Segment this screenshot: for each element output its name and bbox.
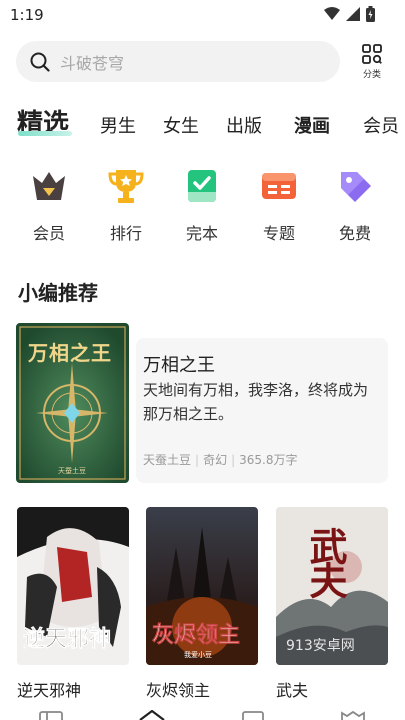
quick-link-topics[interactable]: 专题 [254, 166, 304, 244]
discover-icon[interactable] [242, 710, 264, 720]
featured-cover-title: 万相之王 [28, 341, 112, 365]
tab-female[interactable]: 女生 [163, 112, 199, 138]
tag-icon [341, 172, 371, 202]
book-cover[interactable]: 灰烬领主 我爱小豆 [146, 507, 258, 665]
wifi-icon [324, 7, 340, 20]
tab-vip[interactable]: 会员 [363, 112, 399, 138]
status-bar: 1:19 [0, 0, 405, 30]
featured-book-author: 天蚕土豆 [143, 453, 192, 467]
tab-publish[interactable]: 出版 [226, 112, 262, 138]
featured-book-words: 365.8万字 [239, 453, 298, 467]
quick-link-label: 排行 [109, 224, 142, 243]
book-item[interactable]: 武夫 913安卓网 武夫 [276, 507, 388, 701]
book-cover[interactable]: 武夫 913安卓网 [276, 507, 388, 665]
book-cover-text: 武夫 [303, 527, 347, 595]
search-input[interactable]: 斗破苍穹 [60, 50, 124, 74]
featured-book-meta: 天蚕土豆 | 奇幻 | 365.8万字 [143, 453, 298, 467]
crown-icon [33, 172, 65, 200]
quick-link-label: 专题 [262, 224, 295, 243]
quick-link-label: 会员 [32, 224, 65, 243]
watermark: 913安卓网 [286, 638, 355, 654]
book-cover-text: 逆天邪神 [23, 627, 112, 653]
search-icon [30, 52, 50, 72]
featured-book-cover[interactable]: 万相之王 天蚕土豆 [16, 323, 129, 483]
profile-icon[interactable] [340, 710, 366, 720]
battery-icon [366, 6, 375, 22]
book-title: 灰烬领主 [146, 681, 211, 700]
quick-link-complete[interactable]: 完本 [177, 166, 227, 244]
quick-link-ranking[interactable]: 排行 [101, 166, 151, 244]
category-button[interactable]: 分类 [355, 44, 389, 84]
quick-link-label: 完本 [185, 224, 218, 243]
featured-book-title: 万相之王 [143, 355, 215, 376]
tab-comics[interactable]: 漫画 [294, 112, 330, 138]
book-cover-text: 灰烬领主 [152, 623, 241, 649]
grid-icon [362, 44, 382, 64]
trophy-icon [108, 170, 144, 203]
featured-book-description: 天地间有万相，我李洛，终将成为那万相之王。 [143, 381, 369, 423]
featured-book-genre: 奇幻 [203, 453, 228, 467]
bookshelf-icon[interactable] [39, 710, 63, 720]
book-item[interactable]: 逆天邪神 逆天邪神 [17, 507, 129, 701]
book-title: 逆天邪神 [17, 681, 82, 700]
signal-icon [346, 7, 360, 21]
status-icons [324, 6, 375, 22]
book-item[interactable]: 灰烬领主 我爱小豆 灰烬领主 [146, 507, 258, 701]
topic-icon [262, 173, 296, 199]
tab-male[interactable]: 男生 [100, 112, 136, 138]
quick-link-label: 免费 [338, 224, 371, 243]
search-bar[interactable]: 斗破苍穹 [16, 41, 340, 82]
quick-link-vip[interactable]: 会员 [24, 166, 74, 244]
home-icon[interactable] [138, 709, 166, 720]
book-title: 武夫 [276, 681, 309, 700]
bottom-nav [0, 706, 405, 720]
featured-book-card[interactable]: 万相之王 天蚕土豆 万相之王 天地间有万相，我李洛，终将成为那万相之王。 天蚕土… [16, 323, 388, 483]
book-cover[interactable]: 逆天邪神 [17, 507, 129, 665]
featured-cover-author: 天蚕土豆 [58, 467, 86, 475]
category-label: 分类 [362, 70, 381, 80]
book-cover-author: 我爱小豆 [184, 651, 212, 659]
check-book-icon [188, 170, 216, 202]
status-time: 1:19 [10, 6, 44, 24]
quick-link-free[interactable]: 免费 [330, 166, 380, 244]
section-title: 小编推荐 [18, 281, 98, 305]
active-tab-indicator [18, 131, 72, 136]
